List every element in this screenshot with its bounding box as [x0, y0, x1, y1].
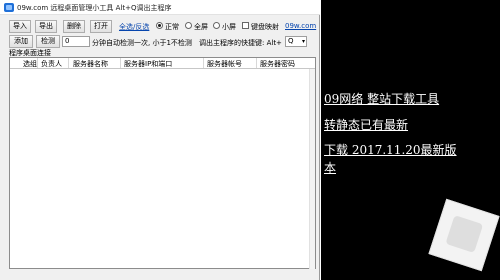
add-button[interactable]: 添加 [9, 35, 33, 48]
view-mode-normal-radio[interactable] [156, 22, 163, 29]
website-link[interactable]: 09w.com [285, 22, 316, 30]
table-header: 选组 负责人 服务器名称 服务器IP和端口 服务器帐号 服务器密码 [10, 58, 315, 69]
column-divider[interactable] [68, 58, 69, 68]
delete-button[interactable]: 删除 [63, 20, 85, 33]
panel-line-3[interactable]: 下载 2017.11.20最新版 [324, 141, 457, 158]
chevron-down-icon: ▾ [301, 38, 305, 45]
ad-panel: 09网络 整站下载工具 转静态已有最新 下载 2017.11.20最新版 本 [321, 0, 500, 280]
view-mode-fullscreen-label: 全屏 [194, 23, 208, 31]
view-mode-normal-label: 正常 [165, 23, 179, 31]
auto-check-text: 分钟自动检测一次, 小于1不检测 [92, 39, 192, 47]
column-divider[interactable] [256, 58, 257, 68]
column-divider[interactable] [120, 58, 121, 68]
title-bar: 09w.com 远程桌面管理小工具 Alt+Q调出主程序 [0, 0, 320, 15]
column-server-name[interactable]: 服务器名称 [73, 59, 108, 69]
check-button[interactable]: 检测 [36, 35, 60, 48]
column-owner[interactable]: 负责人 [41, 59, 62, 69]
export-button[interactable]: 导出 [35, 20, 57, 33]
column-server-ip-port[interactable]: 服务器IP和端口 [124, 59, 172, 69]
keyboard-map-label: 键盘映射 [251, 23, 279, 31]
view-mode-fullscreen-radio[interactable] [185, 22, 192, 29]
view-mode-small-radio[interactable] [213, 22, 220, 29]
hotkey-value: Q [288, 37, 294, 45]
panel-line-2[interactable]: 转静态已有最新 [324, 116, 408, 133]
server-list-table[interactable]: 选组 负责人 服务器名称 服务器IP和端口 服务器帐号 服务器密码 [9, 57, 316, 269]
vertical-scrollbar[interactable] [309, 69, 315, 269]
hotkey-select[interactable]: Q ▾ [285, 36, 307, 47]
view-mode-small-label: 小屏 [222, 23, 236, 31]
column-divider[interactable] [37, 58, 38, 68]
column-divider[interactable] [203, 58, 204, 68]
watermark-image [428, 198, 500, 272]
window-title: 09w.com 远程桌面管理小工具 Alt+Q调出主程序 [17, 4, 172, 12]
column-server-account[interactable]: 服务器帐号 [207, 59, 242, 69]
column-select-group[interactable]: 选组 [23, 59, 37, 69]
main-window: 09w.com 远程桌面管理小工具 Alt+Q调出主程序 导入 导出 删除 打开… [0, 0, 320, 280]
keyboard-map-checkbox[interactable] [242, 22, 249, 29]
panel-line-4[interactable]: 本 [324, 159, 336, 176]
hotkey-label: 调出主程序的快捷键: Alt+ [199, 39, 282, 47]
column-server-password[interactable]: 服务器密码 [260, 59, 295, 69]
open-button[interactable]: 打开 [90, 20, 112, 33]
panel-line-1[interactable]: 09网络 整站下载工具 [324, 90, 439, 107]
app-icon [4, 3, 14, 12]
select-all-link[interactable]: 全选/反选 [119, 22, 149, 32]
minutes-input[interactable]: 0 [62, 36, 90, 47]
import-button[interactable]: 导入 [9, 20, 31, 33]
